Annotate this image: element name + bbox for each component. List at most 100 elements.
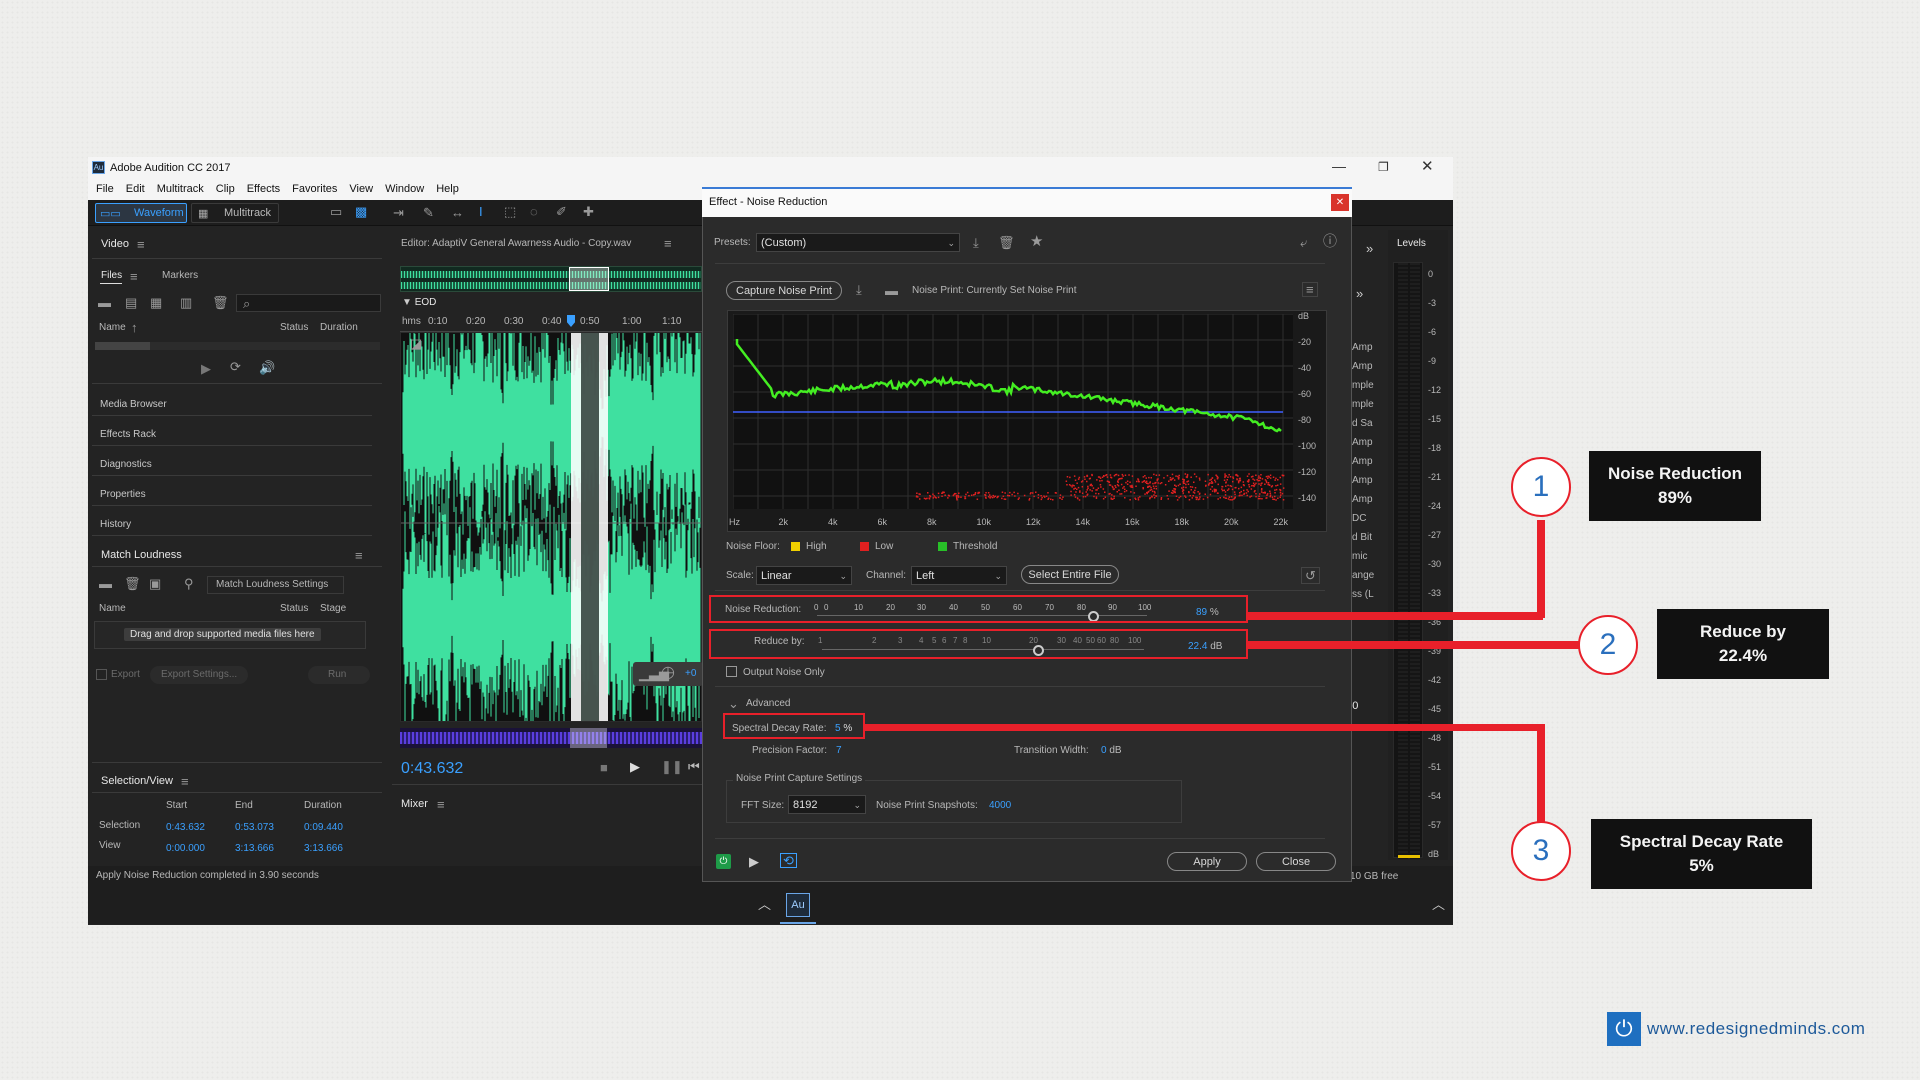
route-channels-icon[interactable]: ⤶: [1300, 236, 1307, 249]
delete-preset-icon[interactable]: 🗑: [998, 236, 1015, 249]
advanced-toggle[interactable]: Advanced: [746, 698, 790, 709]
sv-selection-start[interactable]: 0:43.632: [166, 822, 205, 833]
overview-view-box[interactable]: [569, 267, 609, 291]
volume-hud[interactable]: ▁▃▅ ◷ +0: [633, 662, 703, 686]
spot-healing-icon[interactable]: ✚: [583, 205, 594, 218]
menu-item-window[interactable]: Window: [385, 183, 424, 195]
time-selection-tool-icon[interactable]: I: [479, 205, 483, 218]
markers-tab[interactable]: Markers: [162, 270, 198, 281]
current-time[interactable]: 0:43.632: [401, 760, 463, 778]
frequency-view-icon[interactable]: ▩: [355, 205, 367, 218]
sv-selection-duration[interactable]: 0:09.440: [304, 822, 343, 833]
sv-view-duration[interactable]: 3:13.666: [304, 843, 343, 854]
sv-view-start[interactable]: 0:00.000: [166, 843, 205, 854]
match-loudness-settings-button[interactable]: Match Loudness Settings: [207, 576, 344, 594]
minimize-icon[interactable]: —: [1332, 158, 1346, 174]
restore-icon[interactable]: ❐: [1378, 160, 1389, 174]
expand-icon[interactable]: »: [1356, 286, 1363, 301]
open-file-icon[interactable]: ▬: [98, 296, 111, 309]
delete-file-icon[interactable]: 🗑: [212, 296, 229, 309]
capture-noise-print-button[interactable]: Capture Noise Print: [726, 281, 842, 300]
brush-tool-icon[interactable]: ✐: [556, 205, 567, 218]
preview-loop-icon[interactable]: ⟲: [780, 853, 797, 868]
volume-knob-icon[interactable]: ◷: [661, 665, 675, 681]
files-tab-menu-icon[interactable]: ≡: [130, 270, 138, 283]
run-button[interactable]: Run: [308, 666, 370, 684]
overview-strip[interactable]: [400, 266, 702, 292]
goto-start-icon[interactable]: ⏮: [688, 760, 700, 773]
taskbar-up-icon[interactable]: ︿: [758, 898, 771, 911]
menu-item-help[interactable]: Help: [436, 183, 459, 195]
autoplay-icon[interactable]: 🔊: [259, 361, 275, 374]
graph-menu-icon[interactable]: ≡: [1302, 282, 1318, 297]
video-panel-menu-icon[interactable]: ≡: [137, 238, 145, 251]
noise-graph-plot[interactable]: [733, 314, 1293, 509]
output-noise-checkbox[interactable]: [726, 666, 737, 677]
preview-play-icon[interactable]: ▶: [749, 855, 759, 868]
menu-item-effects[interactable]: Effects: [247, 183, 280, 195]
play-icon[interactable]: ▶: [630, 760, 640, 773]
spectral-strip[interactable]: [400, 728, 702, 748]
pause-icon[interactable]: ❚❚: [661, 760, 683, 773]
transition-width-value[interactable]: 0 dB: [1101, 745, 1122, 756]
ml-scan-icon[interactable]: ⚲: [184, 577, 194, 590]
apply-button[interactable]: Apply: [1167, 852, 1247, 871]
multitrack-tab[interactable]: ▦ Multitrack: [191, 203, 279, 223]
save-preset-icon[interactable]: ⤓: [973, 236, 979, 249]
mixer-menu-icon[interactable]: ≡: [437, 798, 445, 811]
presets-dropdown[interactable]: (Custom) ⌄: [756, 233, 960, 252]
files-scrollbar[interactable]: [95, 342, 380, 350]
save-noise-print-icon[interactable]: ⤓: [856, 283, 862, 296]
ml-delete-icon[interactable]: 🗑: [124, 577, 141, 590]
col-status[interactable]: Status: [280, 322, 308, 333]
taskbar-chevron-icon[interactable]: ︿: [1432, 898, 1445, 911]
load-noise-print-icon[interactable]: ▬: [885, 284, 898, 297]
panel-history[interactable]: History: [100, 519, 131, 530]
ml-open-icon[interactable]: ▬: [99, 577, 112, 590]
panel-diagnostics[interactable]: Diagnostics: [100, 459, 152, 470]
menu-item-favorites[interactable]: Favorites: [292, 183, 337, 195]
col-name[interactable]: Name: [99, 322, 126, 333]
ml-clear-icon[interactable]: ▣: [149, 577, 161, 590]
stop-icon[interactable]: ■: [600, 761, 608, 774]
move-tool-icon[interactable]: ⇥: [393, 206, 404, 219]
close-button[interactable]: Close: [1256, 852, 1336, 871]
menu-item-file[interactable]: File: [96, 183, 114, 195]
hud-icon[interactable]: ◪: [410, 337, 422, 350]
insert-icon[interactable]: ▥: [180, 296, 192, 309]
marquee-tool-icon[interactable]: ⬚: [504, 205, 516, 218]
play-preview-icon[interactable]: ▶: [201, 362, 211, 375]
fft-size-dropdown[interactable]: 8192 ⌄: [788, 795, 866, 814]
dialog-close-button[interactable]: ✕: [1331, 194, 1349, 211]
eod-marker[interactable]: ▼ EOD: [402, 297, 436, 308]
precision-factor-value[interactable]: 7: [836, 745, 842, 756]
close-window-icon[interactable]: ✕: [1421, 157, 1434, 175]
panel-media-browser[interactable]: Media Browser: [100, 399, 167, 410]
channel-dropdown[interactable]: Left ⌄: [911, 566, 1007, 585]
menu-item-clip[interactable]: Clip: [216, 183, 235, 195]
slip-tool-icon[interactable]: ↔: [451, 206, 464, 219]
info-icon[interactable]: ⓘ: [1323, 234, 1337, 248]
spectral-view-icon[interactable]: ▭: [330, 205, 342, 218]
snapshots-value[interactable]: 4000: [989, 800, 1011, 811]
collapse-icon[interactable]: »: [1366, 241, 1373, 256]
razor-tool-icon[interactable]: ✎: [423, 206, 434, 219]
col-duration[interactable]: Duration: [320, 322, 358, 333]
menu-item-multitrack[interactable]: Multitrack: [157, 183, 204, 195]
export-settings-button[interactable]: Export Settings...: [150, 666, 248, 684]
files-tab[interactable]: Files: [101, 270, 122, 281]
loop-preview-icon[interactable]: ⟳: [230, 360, 241, 373]
sv-selection-end[interactable]: 0:53.073: [235, 822, 274, 833]
editor-menu-icon[interactable]: ≡: [664, 237, 672, 250]
new-file-icon[interactable]: ▦: [150, 296, 162, 309]
import-icon[interactable]: ▤: [125, 296, 137, 309]
lasso-tool-icon[interactable]: ◌: [530, 205, 538, 218]
advanced-chevron-icon[interactable]: ⌄: [728, 697, 739, 710]
export-checkbox[interactable]: [96, 669, 107, 680]
timeline-ruler[interactable]: hms 0:10 0:20 0:30 0:40 0:50 1:00 1:10: [400, 312, 702, 332]
power-toggle-icon[interactable]: ⏻: [716, 854, 731, 869]
scale-dropdown[interactable]: Linear ⌄: [756, 566, 852, 585]
sv-view-end[interactable]: 3:13.666: [235, 843, 274, 854]
selection-view-menu-icon[interactable]: ≡: [181, 775, 189, 788]
taskbar-audition-icon[interactable]: Au: [786, 893, 810, 917]
